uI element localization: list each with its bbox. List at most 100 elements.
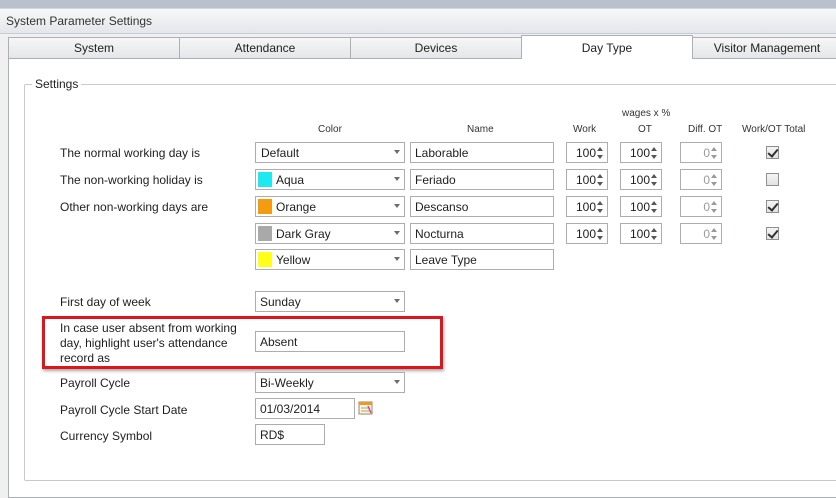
holiday-name-input[interactable]: Feriado bbox=[410, 169, 554, 190]
normal-day-ot-spinner[interactable]: 100 bbox=[620, 142, 662, 163]
chevron-down-icon bbox=[394, 299, 400, 303]
spin-up-icon bbox=[711, 228, 717, 232]
spinner-value: 100 bbox=[575, 146, 596, 160]
holiday-color-select[interactable]: Aqua bbox=[255, 169, 405, 190]
spin-up-icon[interactable] bbox=[597, 174, 603, 178]
tab-label: System bbox=[73, 41, 114, 55]
night-ot-spinner[interactable]: 100 bbox=[620, 223, 662, 244]
spin-down-icon bbox=[711, 236, 717, 240]
spinner-value: 100 bbox=[575, 173, 596, 187]
payroll-cycle-select[interactable]: Bi-Weekly bbox=[255, 372, 405, 393]
first-day-label: First day of week bbox=[60, 295, 151, 309]
name-column-header: Name bbox=[467, 124, 494, 135]
payroll-start-label: Payroll Cycle Start Date bbox=[60, 403, 188, 417]
holiday-label: The non-working holiday is bbox=[60, 173, 203, 187]
top-strip bbox=[0, 0, 836, 8]
calendar-icon[interactable] bbox=[358, 400, 373, 415]
night-total-checkbox[interactable] bbox=[766, 227, 779, 240]
spin-down-icon[interactable] bbox=[651, 182, 657, 186]
other-days-name-input[interactable]: Descanso bbox=[410, 196, 554, 217]
color-swatch bbox=[258, 252, 272, 267]
night-work-spinner[interactable]: 100 bbox=[566, 223, 608, 244]
spinner-value: 100 bbox=[629, 146, 650, 160]
tab-label: Day Type bbox=[581, 41, 633, 55]
chevron-down-icon bbox=[394, 177, 400, 181]
tab-attendance[interactable]: Attendance bbox=[179, 37, 351, 58]
spin-down-icon bbox=[711, 209, 717, 213]
work-ot-total-column-header: Work/OT Total bbox=[742, 124, 806, 135]
currency-label: Currency Symbol bbox=[60, 429, 153, 443]
color-swatch bbox=[258, 199, 272, 214]
spinner-value: 100 bbox=[629, 227, 650, 241]
other-days-ot-spinner[interactable]: 100 bbox=[620, 196, 662, 217]
spinner-value: 100 bbox=[629, 200, 650, 214]
night-color-select[interactable]: Dark Gray bbox=[255, 223, 405, 244]
spin-up-icon[interactable] bbox=[651, 201, 657, 205]
leave-color-select[interactable]: Yellow bbox=[255, 249, 405, 270]
wages-header: wages x % bbox=[622, 108, 671, 119]
other-days-work-spinner[interactable]: 100 bbox=[566, 196, 608, 217]
combo-value: Aqua bbox=[276, 173, 305, 187]
currency-symbol-input[interactable]: RD$ bbox=[255, 424, 325, 445]
normal-day-name-input[interactable]: Laborable bbox=[410, 142, 554, 163]
window-titlebar: System Parameter Settings bbox=[0, 8, 836, 34]
chevron-down-icon bbox=[394, 204, 400, 208]
holiday-total-checkbox[interactable] bbox=[766, 173, 779, 186]
settings-group-title: Settings bbox=[32, 77, 82, 91]
spin-down-icon[interactable] bbox=[597, 209, 603, 213]
combo-value: Bi-Weekly bbox=[260, 376, 314, 390]
other-days-diff-ot-spinner: 0 bbox=[680, 196, 722, 217]
combo-value: Dark Gray bbox=[276, 227, 331, 241]
chevron-down-icon bbox=[394, 150, 400, 154]
spin-up-icon[interactable] bbox=[597, 147, 603, 151]
chevron-down-icon bbox=[394, 257, 400, 261]
spin-up-icon bbox=[711, 147, 717, 151]
normal-day-color-select[interactable]: Default bbox=[255, 142, 405, 163]
spin-down-icon[interactable] bbox=[651, 209, 657, 213]
night-name-input[interactable]: Nocturna bbox=[410, 223, 554, 244]
chevron-down-icon bbox=[394, 380, 400, 384]
color-swatch bbox=[258, 172, 272, 187]
spin-up-icon[interactable] bbox=[597, 228, 603, 232]
spin-up-icon[interactable] bbox=[597, 201, 603, 205]
normal-day-work-spinner[interactable]: 100 bbox=[566, 142, 608, 163]
tab-day-type[interactable]: Day Type bbox=[521, 35, 693, 59]
spin-up-icon bbox=[711, 201, 717, 205]
leave-name-input[interactable]: Leave Type bbox=[410, 249, 554, 270]
chevron-down-icon bbox=[394, 231, 400, 235]
combo-value: Sunday bbox=[260, 295, 301, 309]
spin-up-icon[interactable] bbox=[651, 228, 657, 232]
other-days-color-select[interactable]: Orange bbox=[255, 196, 405, 217]
spinner-value: 100 bbox=[575, 227, 596, 241]
spinner-value: 100 bbox=[629, 173, 650, 187]
combo-value: Yellow bbox=[276, 253, 311, 267]
spin-down-icon[interactable] bbox=[651, 155, 657, 159]
spin-up-icon[interactable] bbox=[651, 147, 657, 151]
holiday-work-spinner[interactable]: 100 bbox=[566, 169, 608, 190]
other-days-label: Other non-working days are bbox=[60, 200, 209, 214]
combo-value: Orange bbox=[276, 200, 317, 214]
spin-down-icon[interactable] bbox=[597, 155, 603, 159]
color-column-header: Color bbox=[318, 124, 342, 135]
spinner-value: 100 bbox=[575, 200, 596, 214]
spin-up-icon[interactable] bbox=[651, 174, 657, 178]
spin-down-icon[interactable] bbox=[597, 236, 603, 240]
tab-label: Attendance bbox=[234, 41, 296, 55]
payroll-start-date-input[interactable]: 01/03/2014 bbox=[255, 398, 355, 419]
normal-day-total-checkbox[interactable] bbox=[766, 146, 779, 159]
other-days-total-checkbox[interactable] bbox=[766, 200, 779, 213]
tab-visitor-management[interactable]: Visitor Management bbox=[692, 37, 836, 58]
tab-devices[interactable]: Devices bbox=[350, 37, 522, 58]
spinner-value: 0 bbox=[703, 200, 710, 214]
spin-up-icon bbox=[711, 174, 717, 178]
combo-value: Default bbox=[261, 146, 300, 160]
first-day-select[interactable]: Sunday bbox=[255, 291, 405, 312]
spin-down-icon[interactable] bbox=[651, 236, 657, 240]
highlight-annotation-box bbox=[42, 316, 443, 369]
holiday-diff-ot-spinner: 0 bbox=[680, 169, 722, 190]
holiday-ot-spinner[interactable]: 100 bbox=[620, 169, 662, 190]
spin-down-icon[interactable] bbox=[597, 182, 603, 186]
tab-system[interactable]: System bbox=[8, 37, 180, 58]
spinner-value: 0 bbox=[703, 173, 710, 187]
window-title: System Parameter Settings bbox=[6, 14, 153, 28]
